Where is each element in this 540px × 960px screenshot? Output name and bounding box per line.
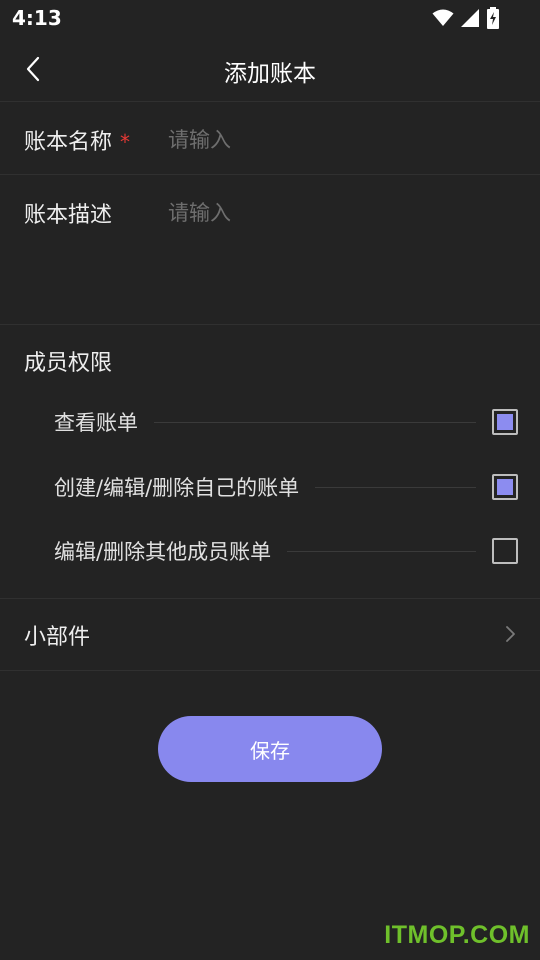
ledger-description-row: 账本描述 xyxy=(0,175,540,325)
widget-label: 小部件 xyxy=(24,625,91,650)
permission-manage-others-bills[interactable]: 编辑/删除其他成员账单 xyxy=(54,534,518,568)
permission-view-bills[interactable]: 查看账单 xyxy=(54,405,518,439)
permission-checkbox[interactable] xyxy=(492,474,518,500)
site-watermark: ITMOP.COM xyxy=(384,921,530,949)
permission-manage-own-bills[interactable]: 创建/编辑/删除自己的账单 xyxy=(54,470,518,504)
ledger-name-label: 账本名称 * xyxy=(24,124,130,156)
save-button[interactable]: 保存 xyxy=(158,716,382,782)
permission-checkbox[interactable] xyxy=(492,538,518,564)
chevron-right-icon xyxy=(506,626,515,642)
ledger-description-input[interactable] xyxy=(168,197,508,307)
app-header: 添加账本 xyxy=(0,36,540,102)
wifi-icon xyxy=(432,9,454,26)
required-mark: * xyxy=(120,130,131,154)
ledger-name-input[interactable] xyxy=(166,122,510,158)
page-title: 添加账本 xyxy=(224,61,316,87)
permission-label: 编辑/删除其他成员账单 xyxy=(54,540,272,564)
member-permissions-title: 成员权限 xyxy=(24,351,113,376)
status-icons xyxy=(432,6,500,30)
ledger-name-label-text: 账本名称 xyxy=(24,130,113,155)
widget-row[interactable]: 小部件 xyxy=(0,599,540,671)
dotted-divider xyxy=(287,550,476,552)
dotted-divider xyxy=(315,486,476,488)
ledger-description-label: 账本描述 xyxy=(24,203,113,228)
member-permissions-section: 成员权限 查看账单 创建/编辑/删除自己的账单 编辑/删除其他成员账单 xyxy=(0,325,540,599)
dotted-divider xyxy=(154,421,476,423)
status-bar: 4:13 xyxy=(0,0,540,36)
signal-icon xyxy=(461,9,479,27)
permission-checkbox[interactable] xyxy=(492,409,518,435)
battery-charging-icon xyxy=(487,7,499,29)
permission-label: 创建/编辑/删除自己的账单 xyxy=(54,476,300,500)
app-screen: 4:13 添加账本 账本名称 * 账本描述 xyxy=(0,0,540,960)
ledger-name-row: 账本名称 * xyxy=(0,102,540,175)
status-time: 4:13 xyxy=(12,6,62,30)
permission-label: 查看账单 xyxy=(54,411,138,435)
